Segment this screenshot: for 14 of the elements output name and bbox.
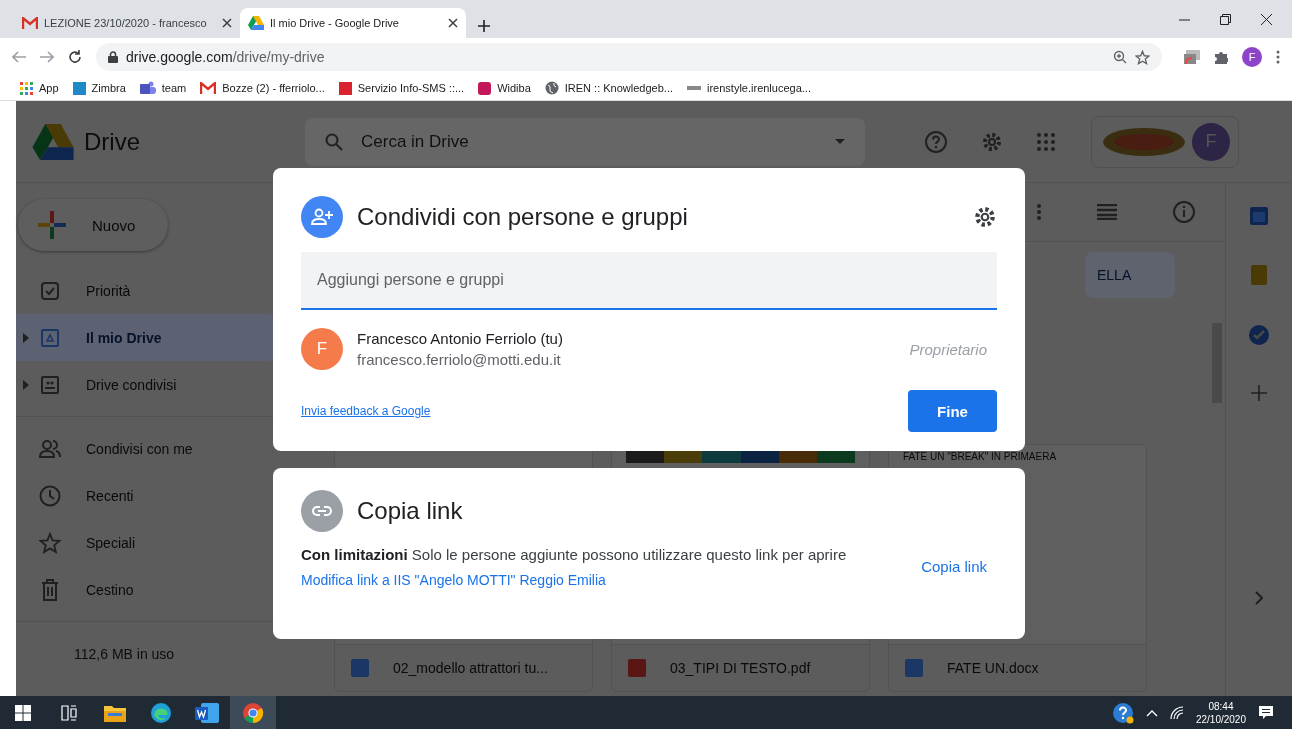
role-label: Proprietario [909,340,988,358]
storage-usage: 112,6 MB in uso [73,645,176,662]
link-access-description: Con limitazioni Solo le persone aggiunte possono utilizzare questo link per aprire [301,545,848,565]
dialog-title: Copia link [357,497,463,525]
person-email: francesco.ferriolo@motti.edu.it [357,351,562,368]
file-name: 03_TIPI DI TESTO.pdf [670,660,811,676]
person-name: Francesco Antonio Ferriolo (tu) [357,330,564,347]
preview-heading: FATE UN "BREAK" IN PRIMAERA [903,451,1058,462]
dialog-title: Condividi con persone e gruppi [357,203,688,231]
user-avatar: F [301,328,343,370]
url-text: drive.google.com/drive/my-drive [126,49,325,65]
file-name: FATE UN.docx [947,660,1039,676]
file-name: 02_modello attrattori tu... [393,660,548,676]
app-name: Drive [84,127,140,156]
